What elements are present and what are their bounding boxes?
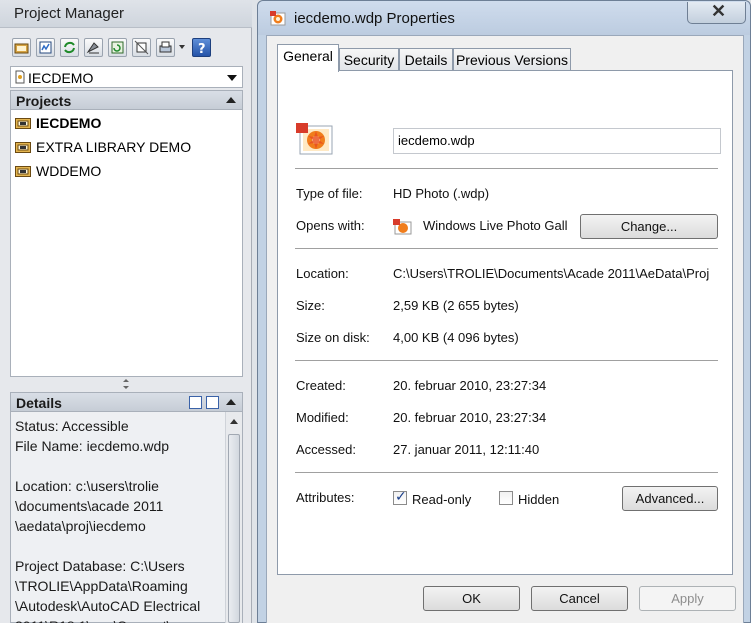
ok-button[interactable]: OK [423,586,520,611]
refresh-icon[interactable] [60,38,79,57]
readonly-checkbox[interactable] [393,489,407,505]
project-item-label: IECDEMO [36,115,102,131]
created-label: Created: [296,378,346,393]
project-folder-icon [15,118,31,129]
collapse-icon[interactable] [226,97,236,103]
tab-security[interactable]: Security [339,48,399,71]
close-button[interactable]: ✕ [687,1,746,24]
current-project-dropdown[interactable]: IECDEMO [10,66,243,88]
dialog-title: iecdemo.wdp Properties [294,10,455,27]
project-manager-toolbar: ? [8,36,244,60]
update-retag-icon[interactable] [84,38,103,57]
readonly-label: Read-only [412,492,472,507]
hidden-checkbox[interactable] [499,491,513,505]
task-list-icon[interactable] [108,38,127,57]
tab-general[interactable]: General [277,44,339,72]
project-manager-palette: Project Manager ? IECDEMO Projects IECDE… [0,0,252,623]
divider [295,472,718,473]
projects-list: IECDEMO EXTRA LIBRARY DEMO WDDEMO [10,110,243,377]
project-folder-icon [15,166,31,177]
details-header[interactable]: Details [10,392,243,412]
photo-gallery-app-icon [393,219,412,235]
details-text: Status: Accessible File Name: iecdemo.wd… [15,418,201,623]
project-item-label: EXTRA LIBRARY DEMO [36,139,192,155]
tab-label: General [283,48,333,64]
project-wide-utilities-icon[interactable] [132,38,151,57]
project-folder-icon [15,142,31,153]
tab-details[interactable]: Details [399,48,453,71]
dropdown-arrow-icon[interactable] [179,45,185,49]
scroll-up-icon[interactable] [230,419,238,424]
open-project-icon[interactable] [12,38,31,57]
close-icon: ✕ [711,1,727,21]
change-button[interactable]: Change... [580,214,718,239]
opens-with-value: Windows Live Photo Gall [423,218,568,233]
tab-label: Previous Versions [455,52,569,68]
hidden-label: Hidden [518,492,560,507]
type-of-file-value: HD Photo (.wdp) [393,186,490,201]
projects-header[interactable]: Projects [10,90,243,110]
type-of-file-label: Type of file: [296,186,363,201]
file-name-value: iecdemo.wdp [398,133,475,148]
advanced-button[interactable]: Advanced... [622,486,718,511]
details-panel: Status: Accessible File Name: iecdemo.wd… [10,412,243,623]
divider [295,360,718,361]
dialog-title-bar[interactable]: iecdemo.wdp Properties ✕ [258,1,750,35]
details-view-icon[interactable] [189,396,202,409]
palette-title: Project Manager [14,5,125,22]
cancel-button-label: Cancel [559,591,600,606]
photo-file-icon [270,11,286,26]
project-item-wddemo[interactable]: WDDEMO [15,161,241,181]
dialog-body: General Security Details Previous Versio… [266,35,744,623]
palette-title-bar[interactable]: Project Manager [0,0,252,28]
cancel-button[interactable]: Cancel [531,586,628,611]
properties-dialog: iecdemo.wdp Properties ✕ General Securit… [257,0,751,623]
accessed-label: Accessed: [296,442,356,457]
change-button-label: Change... [620,219,678,234]
opens-with-label: Opens with: [296,218,365,233]
project-item-label: WDDEMO [36,163,102,179]
current-project-value: IECDEMO [28,70,94,86]
tab-previous-versions[interactable]: Previous Versions [453,48,571,71]
details-scrollbar[interactable] [225,412,242,623]
size-label: Size: [296,298,325,313]
thumbnail-view-icon[interactable] [206,396,219,409]
size-value: 2,59 KB (2 655 bytes) [393,298,519,313]
project-file-icon [15,70,25,84]
modified-value: 20. februar 2010, 23:27:34 [393,410,547,425]
attributes-label: Attributes: [296,490,355,505]
size-on-disk-value: 4,00 KB (4 096 bytes) [393,330,519,345]
pane-splitter-icon[interactable] [120,378,132,390]
large-photo-file-icon [296,123,333,155]
created-value: 20. februar 2010, 23:27:34 [393,378,547,393]
location-label: Location: [296,266,349,281]
tab-label: Security [343,52,395,68]
apply-button[interactable]: Apply [639,586,736,611]
collapse-icon[interactable] [226,399,236,405]
chevron-down-icon [227,75,237,81]
divider [295,248,718,249]
help-icon[interactable]: ? [192,38,211,57]
apply-button-label: Apply [671,591,704,606]
scrollbar-thumb[interactable] [228,434,240,623]
general-tab-page: iecdemo.wdp Type of file: HD Photo (.wdp… [277,70,733,575]
location-value: C:\Users\TROLIE\Documents\Acade 2011\AeD… [393,266,710,281]
new-project-icon[interactable] [36,38,55,57]
project-item-extra-library-demo[interactable]: EXTRA LIBRARY DEMO [15,137,241,157]
project-item-iecdemo[interactable]: IECDEMO [15,113,241,133]
divider [295,168,718,169]
file-name-input[interactable]: iecdemo.wdp [393,128,721,154]
tab-label: Details [404,52,448,68]
details-header-label: Details [16,395,62,411]
size-on-disk-label: Size on disk: [296,330,370,345]
advanced-button-label: Advanced... [635,491,705,506]
svg-text:?: ? [198,42,206,55]
projects-header-label: Projects [16,93,72,109]
plot-icon[interactable] [156,38,175,57]
ok-button-label: OK [462,591,481,606]
modified-label: Modified: [296,410,349,425]
accessed-value: 27. januar 2011, 12:11:40 [393,442,540,457]
